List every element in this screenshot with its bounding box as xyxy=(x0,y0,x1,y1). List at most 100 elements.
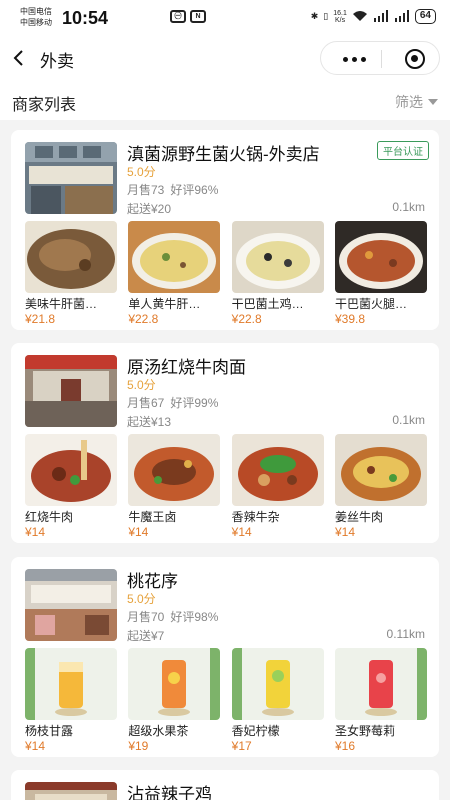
monthly-sales: 月售70 xyxy=(127,610,165,624)
min-order: 起送¥7 xyxy=(127,629,165,643)
dish-name: 美味牛肝菌… xyxy=(25,297,98,311)
net-speed-value: 16.1 xyxy=(333,9,347,17)
back-button[interactable] xyxy=(10,46,30,70)
dish-price: ¥19 xyxy=(128,739,149,753)
list-title: 商家列表 xyxy=(12,97,77,114)
shop-photo xyxy=(25,355,117,427)
shop-photo xyxy=(25,782,117,800)
dish-price: ¥16 xyxy=(334,739,356,753)
nfc-icon: N xyxy=(190,10,206,23)
verified-badge: 平台认证 xyxy=(377,141,429,160)
dish-name: 干巴菌土鸡… xyxy=(231,297,304,311)
dish-name: 牛魔王卤 xyxy=(128,510,177,524)
dish-name: 超级水果茶 xyxy=(128,724,189,738)
shop-card[interactable]: 滇菌源野生菌火锅-外卖店 平台认证 5.0分 月售73 好评96% 起送¥20 0… xyxy=(11,130,439,330)
dish-item[interactable]: 姜丝牛肉 ¥14 xyxy=(334,434,427,539)
shop-sales: 月售67 好评99% xyxy=(127,394,224,411)
dish-name: 姜丝牛肉 xyxy=(334,510,383,524)
shop-sales: 月售73 好评96% xyxy=(127,181,224,198)
positive-rating: 好评98% xyxy=(170,610,219,624)
dish-item[interactable]: 香辣牛杂 ¥14 xyxy=(231,434,324,539)
dot-icon xyxy=(352,57,357,62)
dish-list: 杨枝甘露 ¥14 超级水果茶 ¥19 香妃柠檬 ¥17 圣女野莓莉 ¥16 xyxy=(25,648,427,753)
chevron-left-icon xyxy=(13,50,23,66)
carrier-2: 中国移动 xyxy=(20,18,52,27)
net-speed-unit: K/s xyxy=(335,16,346,24)
shop-card[interactable]: 原汤红烧牛肉面 5.0分 月售67 好评99% 起送¥13 0.1km 红烧牛肉 … xyxy=(11,343,439,543)
dish-photo xyxy=(231,648,324,720)
nav-bar: 外卖 xyxy=(0,36,450,80)
dish-photo xyxy=(334,648,427,720)
shop-score: 5.0分 xyxy=(127,378,156,392)
shop-name: 原汤红烧牛肉面 xyxy=(127,358,246,377)
shop-name: 沾益辣子鸡 xyxy=(127,785,212,800)
dish-price: ¥22.8 xyxy=(128,312,159,326)
shop-sales: 月售70 好评98% xyxy=(127,608,224,625)
min-order: 起送¥20 xyxy=(127,202,172,216)
clock: 10:54 xyxy=(62,8,109,28)
dish-price: ¥22.8 xyxy=(231,312,262,326)
dish-list: 美味牛肝菌… ¥21.8 单人黄牛肝… ¥22.8 干巴菌土鸡… ¥22.8 干… xyxy=(25,221,427,326)
dish-photo xyxy=(231,434,324,506)
more-options-button[interactable] xyxy=(343,57,366,62)
filter-label: 筛选 xyxy=(395,94,423,110)
dish-price: ¥14 xyxy=(25,739,46,753)
dish-photo xyxy=(25,648,117,720)
dish-item[interactable]: 红烧牛肉 ¥14 xyxy=(25,434,117,539)
dish-photo xyxy=(231,221,324,293)
dish-item[interactable]: 美味牛肝菌… ¥21.8 xyxy=(25,221,117,326)
dish-photo xyxy=(334,221,427,293)
shop-card[interactable]: 沾益辣子鸡 xyxy=(11,770,439,800)
dish-photo xyxy=(128,434,221,506)
close-mini-program-button[interactable] xyxy=(405,49,425,69)
dish-price: ¥14 xyxy=(334,525,356,539)
dish-photo xyxy=(128,648,221,720)
network-speed: 16.1 K/s xyxy=(333,10,347,24)
mini-program-capsule xyxy=(320,41,440,75)
dish-item[interactable]: 干巴菌土鸡… ¥22.8 xyxy=(231,221,324,326)
shop-name: 桃花序 xyxy=(127,572,178,591)
list-header: 商家列表 筛选 xyxy=(0,80,450,120)
page-title: 外卖 xyxy=(40,52,74,71)
min-order: 起送¥13 xyxy=(127,415,172,429)
signal-icon-2 xyxy=(394,9,410,24)
shop-name: 滇菌源野生菌火锅-外卖店 xyxy=(127,145,320,164)
dish-item[interactable]: 单人黄牛肝… ¥22.8 xyxy=(128,221,221,326)
distance: 0.1km xyxy=(392,200,425,214)
dish-list: 红烧牛肉 ¥14 牛魔王卤 ¥14 香辣牛杂 ¥14 姜丝牛肉 ¥14 xyxy=(25,434,427,539)
dish-name: 单人黄牛肝… xyxy=(128,297,201,311)
dish-price: ¥14 xyxy=(25,525,46,539)
dish-item[interactable]: 牛魔王卤 ¥14 xyxy=(128,434,221,539)
shop-score: 5.0分 xyxy=(127,592,156,606)
dish-name: 红烧牛肉 xyxy=(25,510,74,524)
dish-item[interactable]: 杨枝甘露 ¥14 xyxy=(25,648,117,753)
dish-price: ¥14 xyxy=(128,525,149,539)
system-indicators: ✱ ▯ 16.1 K/s 64 xyxy=(311,9,436,24)
dish-item[interactable]: 圣女野莓莉 ¥16 xyxy=(334,648,427,753)
dish-name: 圣女野莓莉 xyxy=(334,724,395,738)
monthly-sales: 月售67 xyxy=(127,396,165,410)
dish-item[interactable]: 超级水果茶 ¥19 xyxy=(128,648,221,753)
carrier-1: 中国电信 xyxy=(20,7,52,16)
dish-name: 干巴菌火腿… xyxy=(334,297,407,311)
dish-photo xyxy=(128,221,221,293)
dish-price: ¥39.8 xyxy=(334,312,366,326)
dish-item[interactable]: 香妃柠檬 ¥17 xyxy=(231,648,324,753)
dish-price: ¥17 xyxy=(231,739,252,753)
capsule-divider xyxy=(381,50,382,68)
filter-button[interactable]: 筛选 xyxy=(395,92,438,112)
wifi-icon xyxy=(352,10,368,24)
positive-rating: 好评99% xyxy=(170,396,219,410)
shop-card[interactable]: 桃花序 5.0分 月售70 好评98% 起送¥7 0.11km 杨枝甘露 ¥14 … xyxy=(11,557,439,757)
distance: 0.1km xyxy=(392,413,425,427)
dish-photo xyxy=(25,221,117,293)
dish-item[interactable]: 干巴菌火腿… ¥39.8 xyxy=(334,221,427,326)
bluetooth-icon: ✱ xyxy=(310,11,319,21)
shop-photo xyxy=(25,142,117,214)
shop-score: 5.0分 xyxy=(127,165,156,179)
shop-photo xyxy=(25,569,117,641)
signal-icon-1 xyxy=(373,9,389,24)
dish-name: 杨枝甘露 xyxy=(25,724,74,738)
carrier-info: 中国电信 中国移动 xyxy=(20,6,52,28)
battery-icon: 64 xyxy=(414,9,436,24)
